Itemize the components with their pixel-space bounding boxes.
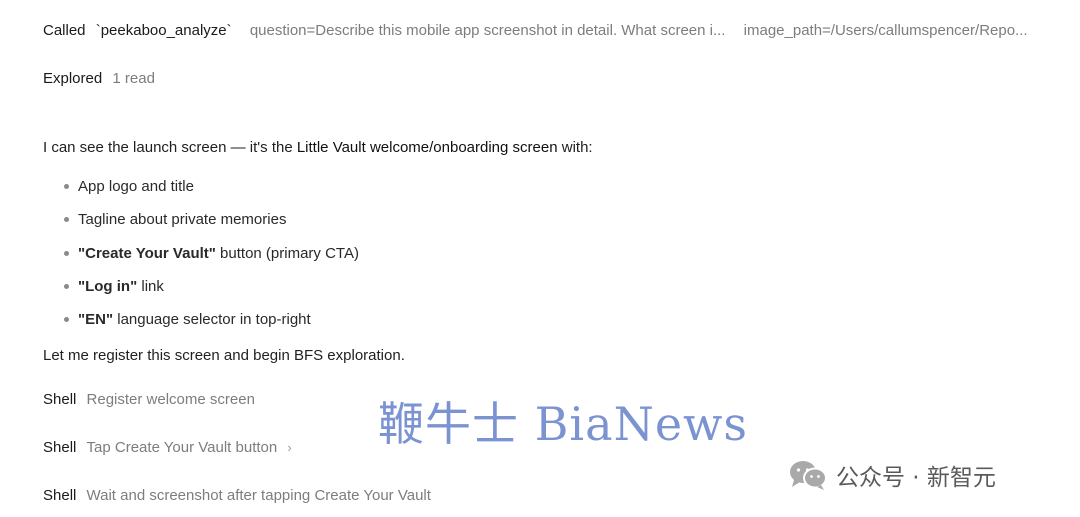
shell-command-text: Register welcome screen — [86, 391, 255, 408]
list-item: App logo and title — [60, 170, 359, 203]
list-item-bold: "Create Your Vault" — [78, 244, 216, 262]
bullet-dot — [64, 250, 69, 256]
tool-call-row[interactable]: Called `peekaboo_analyze` question=Descr… — [43, 22, 1028, 39]
wechat-label: 公众号 · 新智元 — [836, 465, 996, 491]
shell-row-wait-screenshot[interactable]: Shell Wait and screenshot after tapping … — [43, 487, 431, 504]
intro-prefix: I can see the launch screen — it's the — [43, 139, 297, 156]
list-item-text: App logo and title — [78, 178, 194, 195]
bullet-dot — [64, 283, 69, 289]
list-item: Tagline about private memories — [60, 203, 359, 236]
explored-detail: 1 read — [112, 70, 155, 87]
shell-label: Shell — [43, 391, 77, 408]
feature-list: App logo and title Tagline about private… — [60, 170, 359, 336]
intro-highlight: Little Vault welcome/onboarding screen — [296, 139, 558, 156]
shell-row-register[interactable]: Shell Register welcome screen — [43, 391, 255, 408]
list-item-text: button (primary CTA) — [215, 244, 359, 262]
intro-suffix: with: — [557, 139, 593, 156]
list-item-text: link — [137, 277, 164, 295]
bullet-dot — [64, 217, 69, 223]
tool-name: `peekaboo_analyze` — [95, 22, 232, 39]
bullet-dot — [64, 317, 69, 322]
chevron-right-icon[interactable]: › — [287, 440, 291, 455]
list-item-text: Tagline about private memories — [78, 211, 287, 229]
intro-text: I can see the launch screen — it's the L… — [43, 139, 593, 156]
wechat-watermark: 公众号 · 新智元 — [788, 458, 996, 492]
question-arg: question=Describe this mobile app screen… — [249, 22, 726, 39]
shell-label: Shell — [43, 439, 77, 456]
shell-row-tap-create[interactable]: Shell Tap Create Your Vault button › — [43, 439, 292, 456]
explored-row[interactable]: Explored 1 read — [43, 70, 155, 87]
called-label: Called — [43, 22, 86, 39]
list-item-bold: "EN" — [78, 311, 114, 328]
wechat-icon — [790, 461, 827, 490]
bullet-dot — [64, 184, 69, 189]
list-item: "EN" language selector in top-right — [60, 303, 359, 336]
bianews-watermark: 鞭牛士 BiaNews — [378, 397, 749, 451]
list-item-text: language selector in top-right — [113, 311, 311, 328]
list-item: "Log in" link — [60, 270, 359, 303]
shell-label: Shell — [43, 487, 77, 504]
explored-label: Explored — [43, 70, 103, 87]
list-item: "Create Your Vault" button (primary CTA) — [60, 237, 359, 270]
list-item-bold: "Log in" — [78, 277, 138, 295]
shell-command-text: Wait and screenshot after tapping Create… — [86, 487, 431, 504]
image-path-arg: image_path=/Users/callumspencer/Repo... — [743, 22, 1028, 39]
followup-text: Let me register this screen and begin BF… — [43, 347, 405, 364]
shell-command-text: Tap Create Your Vault button — [86, 439, 278, 456]
